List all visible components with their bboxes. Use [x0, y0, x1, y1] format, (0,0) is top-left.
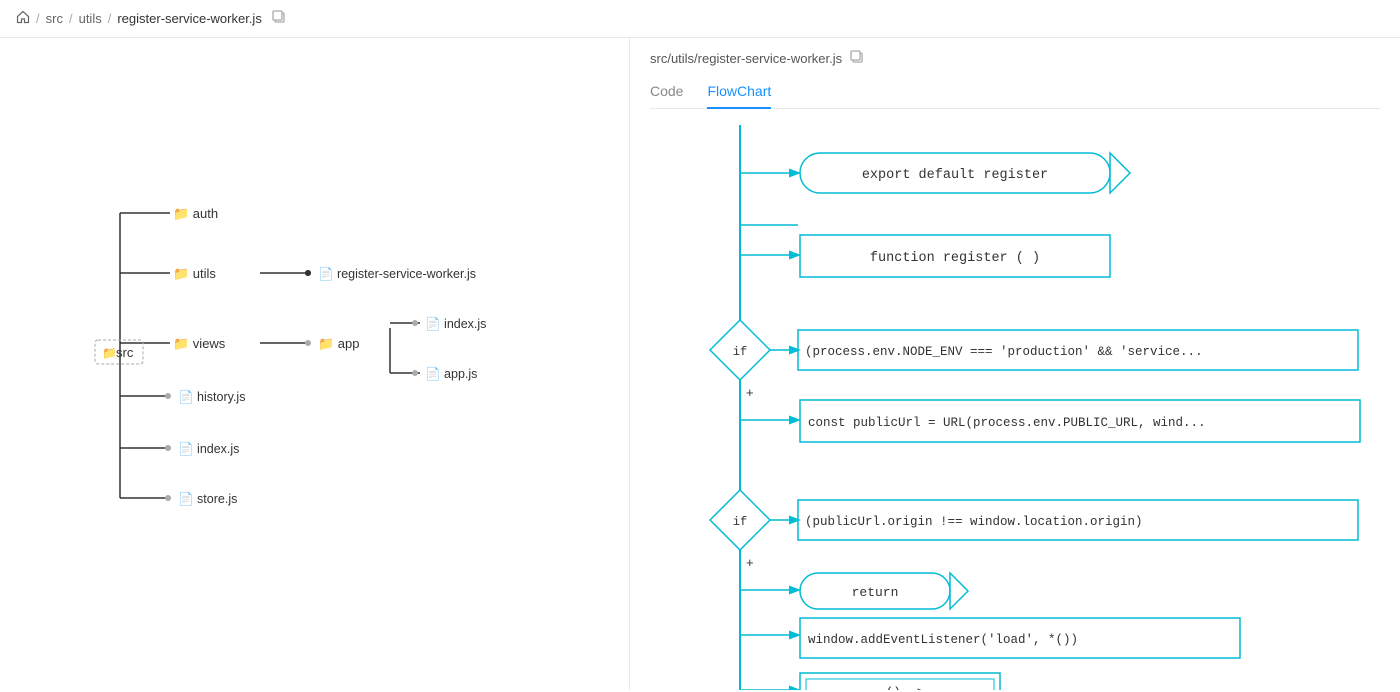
file-path-text: src/utils/register-service-worker.js — [650, 51, 842, 66]
svg-text:export default register: export default register — [862, 168, 1048, 183]
svg-text:📄 index.js: 📄 index.js — [425, 316, 486, 331]
svg-text:window.addEventListener('load': window.addEventListener('load', *()) — [808, 633, 1078, 647]
svg-text:if: if — [733, 345, 747, 359]
fc-node-function-register[interactable]: function register ( ) — [800, 235, 1110, 277]
svg-text:(process.env.NODE_ENV === 'pro: (process.env.NODE_ENV === 'production' &… — [805, 345, 1203, 359]
tab-flowchart[interactable]: FlowChart — [707, 75, 771, 109]
flowchart-content: export default register function registe… — [630, 125, 1400, 690]
svg-text:📁: 📁 — [102, 346, 117, 360]
svg-text:📄 history.js: 📄 history.js — [178, 389, 245, 404]
flowchart-panel: src/utils/register-service-worker.js Cod… — [630, 38, 1400, 690]
svg-text:return: return — [852, 585, 899, 600]
copy-icon[interactable] — [272, 10, 286, 27]
svg-text:📄 store.js: 📄 store.js — [178, 491, 237, 506]
svg-text:📁 app: 📁 app — [318, 336, 360, 351]
svg-text:📄 index.js: 📄 index.js — [178, 441, 239, 456]
svg-text:function register ( ): function register ( ) — [870, 251, 1040, 266]
fc-node-if-2[interactable]: if (publicUrl.origin !== window.location… — [710, 490, 1358, 550]
file-copy-icon[interactable] — [850, 50, 864, 67]
fc-node-add-event-listener[interactable]: window.addEventListener('load', *()) — [800, 618, 1240, 658]
svg-text:const publicUrl = URL(process.: const publicUrl = URL(process.env.PUBLIC… — [808, 416, 1206, 430]
fc-node-return[interactable]: return — [800, 573, 968, 609]
tree-node-register-service-worker[interactable]: 📄 register-service-worker.js — [305, 266, 476, 281]
svg-text:() =>: () => — [885, 685, 924, 690]
svg-text:+: + — [746, 385, 754, 400]
fc-node-arrow-fn[interactable]: () => — [800, 673, 1000, 690]
tree-node-root-index[interactable]: 📄 index.js — [165, 441, 239, 456]
tree-node-history[interactable]: 📄 history.js — [165, 389, 245, 404]
fc-node-if-1[interactable]: if (process.env.NODE_ENV === 'production… — [710, 320, 1358, 380]
tree-node-app-app[interactable]: 📄 app.js — [425, 366, 477, 381]
breadcrumb-src[interactable]: src — [46, 11, 63, 26]
tab-code[interactable]: Code — [650, 75, 683, 109]
svg-text:📁 auth: 📁 auth — [173, 206, 218, 221]
fc-node-export[interactable]: export default register — [800, 153, 1130, 193]
tree-node-app-index[interactable]: 📄 index.js — [425, 316, 486, 331]
svg-text:(publicUrl.origin !== window.l: (publicUrl.origin !== window.location.or… — [805, 515, 1143, 529]
tree-node-store[interactable]: 📄 store.js — [165, 491, 237, 506]
file-tree: 📁 src 📁 auth 📁 utils — [40, 58, 600, 658]
svg-text:📄 register-service-worker.js: 📄 register-service-worker.js — [318, 266, 476, 281]
main-layout: 📁 src 📁 auth 📁 utils — [0, 38, 1400, 690]
tree-node-auth[interactable]: 📁 auth — [173, 206, 218, 221]
svg-text:if: if — [733, 515, 747, 529]
svg-text:📄 app.js: 📄 app.js — [425, 366, 477, 381]
breadcrumb-filename[interactable]: register-service-worker.js — [117, 11, 261, 26]
file-path-bar: src/utils/register-service-worker.js — [650, 50, 1380, 67]
home-icon[interactable] — [16, 10, 30, 27]
svg-text:📁 utils: 📁 utils — [173, 266, 216, 281]
svg-text:+: + — [746, 555, 754, 570]
svg-text:src: src — [116, 345, 134, 360]
tree-node-app[interactable]: 📁 app — [305, 320, 418, 376]
file-tree-panel: 📁 src 📁 auth 📁 utils — [0, 38, 630, 690]
tabs: Code FlowChart — [650, 75, 1380, 109]
tree-node-views[interactable]: 📁 views — [173, 336, 226, 351]
fc-node-const-public-url[interactable]: const publicUrl = URL(process.env.PUBLIC… — [800, 400, 1360, 442]
breadcrumb-utils[interactable]: utils — [79, 11, 102, 26]
breadcrumb: / src / utils / register-service-worker.… — [0, 0, 1400, 38]
flowchart-header: src/utils/register-service-worker.js Cod… — [630, 38, 1400, 125]
svg-text:📁 views: 📁 views — [173, 336, 226, 351]
